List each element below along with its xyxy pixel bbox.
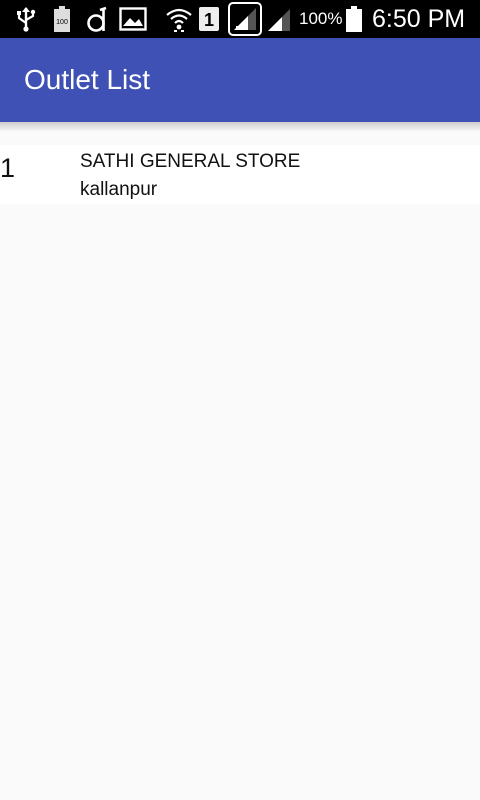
app-bar: Outlet List — [0, 38, 480, 122]
signal-sim2-icon — [266, 0, 292, 38]
wifi-icon — [164, 0, 194, 38]
image-icon — [118, 0, 148, 38]
sim-1-icon: 1 — [198, 0, 220, 38]
status-bar: 100 1 100% 6:50 PM — [0, 0, 480, 38]
outlet-list: 1 SATHI GENERAL STORE kallanpur — [0, 145, 480, 204]
svg-text:1: 1 — [204, 10, 214, 30]
svg-text:100: 100 — [56, 19, 68, 26]
clock: 6:50 PM — [372, 5, 466, 33]
outlet-area: kallanpur — [80, 179, 158, 200]
signal-sim1-icon — [228, 0, 262, 38]
outlet-index: 1 — [0, 153, 16, 183]
battery-percent: 100% — [299, 9, 343, 28]
app-bar-shadow — [0, 122, 480, 132]
page-title: Outlet List — [24, 64, 151, 95]
outlet-name: SATHI GENERAL STORE — [80, 151, 301, 172]
battery-100-icon: 100 — [52, 0, 72, 38]
usb-icon — [14, 0, 38, 38]
battery-icon — [345, 0, 363, 38]
d-app-icon — [86, 0, 110, 38]
list-item[interactable]: 1 SATHI GENERAL STORE kallanpur — [0, 145, 480, 204]
